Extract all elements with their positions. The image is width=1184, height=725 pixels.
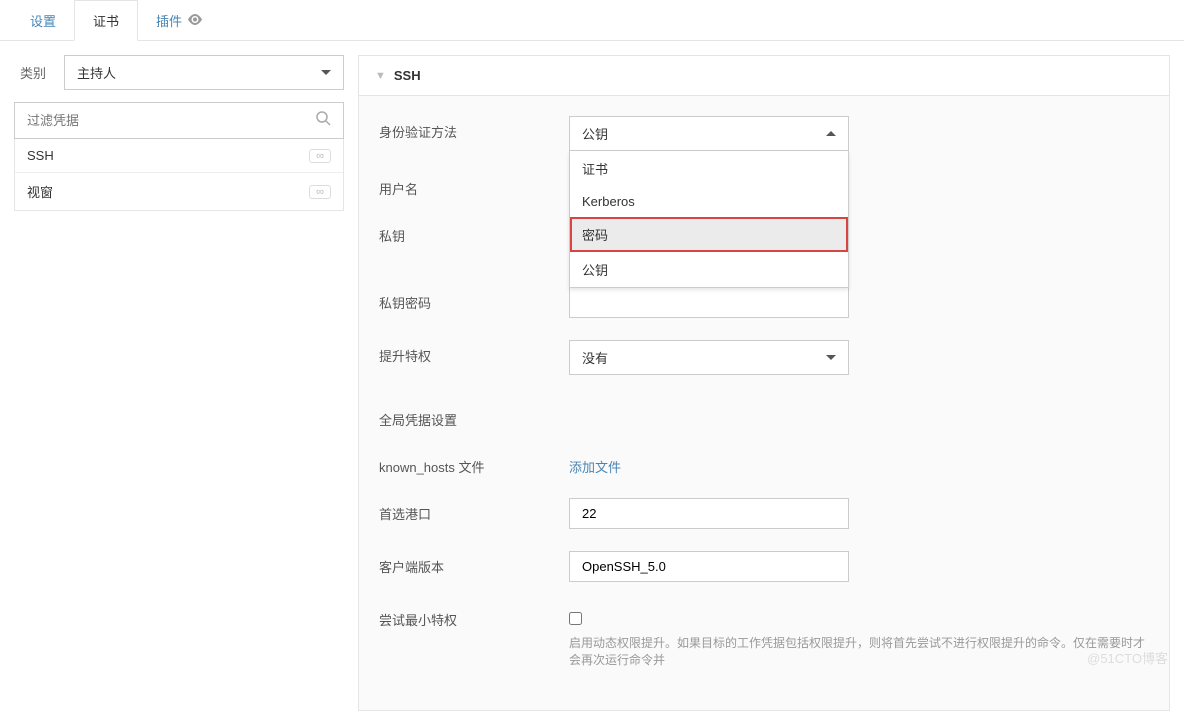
- list-item-label: 视窗: [27, 182, 53, 201]
- row-client-version: 客户端版本: [379, 551, 1149, 582]
- private-key-label: 私钥: [379, 220, 569, 245]
- category-row: 类别 主持人: [14, 55, 344, 90]
- filter-box: [14, 102, 344, 139]
- infinity-badge: ∞: [309, 149, 331, 163]
- list-item-label: SSH: [27, 148, 54, 163]
- caret-down-icon: [826, 355, 836, 360]
- auth-method-value: 公钥: [582, 124, 608, 143]
- main-panel: ▼ SSH 身份验证方法 公钥 证书 Kerberos 密码 公钥: [358, 55, 1170, 711]
- category-dropdown[interactable]: 主持人: [64, 55, 344, 90]
- known-hosts-control: 添加文件: [569, 451, 849, 476]
- credential-list: SSH ∞ 视窗 ∞: [14, 139, 344, 211]
- category-label: 类别: [20, 63, 46, 82]
- elevate-select[interactable]: 没有: [569, 340, 849, 375]
- panel-title: SSH: [394, 68, 421, 83]
- caret-down-icon: [321, 70, 331, 75]
- option-kerberos[interactable]: Kerberos: [570, 186, 848, 217]
- auth-method-control: 公钥 证书 Kerberos 密码 公钥: [569, 116, 849, 151]
- panel-header[interactable]: ▼ SSH: [359, 56, 1169, 96]
- filter-input[interactable]: [27, 113, 316, 128]
- list-item-ssh[interactable]: SSH ∞: [15, 139, 343, 173]
- global-section-label: 全局凭据设置: [379, 410, 1149, 429]
- client-version-input[interactable]: [569, 551, 849, 582]
- tab-certificates[interactable]: 证书: [74, 0, 138, 41]
- tab-bar: 设置 证书 插件: [0, 0, 1184, 41]
- option-publickey[interactable]: 公钥: [570, 252, 848, 287]
- least-priv-control: 启用动态权限提升。如果目标的工作凭据包括权限提升，则将首先尝试不进行权限提升的命…: [569, 604, 1149, 668]
- private-key-password-control: [569, 287, 849, 318]
- row-known-hosts: known_hosts 文件 添加文件: [379, 451, 1149, 476]
- client-version-label: 客户端版本: [379, 551, 569, 576]
- option-password[interactable]: 密码: [570, 217, 848, 252]
- least-priv-label: 尝试最小特权: [379, 604, 569, 629]
- search-icon[interactable]: [316, 111, 331, 130]
- auth-method-menu: 证书 Kerberos 密码 公钥: [569, 151, 849, 288]
- client-version-control: [569, 551, 849, 582]
- collapse-caret-icon: ▼: [375, 70, 386, 82]
- private-key-password-label: 私钥密码: [379, 287, 569, 312]
- row-least-priv: 尝试最小特权 启用动态权限提升。如果目标的工作凭据包括权限提升，则将首先尝试不进…: [379, 604, 1149, 668]
- tab-plugins[interactable]: 插件: [138, 0, 221, 40]
- private-key-password-input[interactable]: [569, 287, 849, 318]
- main-container: 类别 主持人 SSH ∞ 视窗 ∞: [0, 41, 1184, 725]
- port-label: 首选港口: [379, 498, 569, 523]
- caret-up-icon: [826, 131, 836, 136]
- least-priv-help: 启用动态权限提升。如果目标的工作凭据包括权限提升，则将首先尝试不进行权限提升的命…: [569, 634, 1149, 668]
- elevate-label: 提升特权: [379, 340, 569, 365]
- row-elevate: 提升特权 没有: [379, 340, 1149, 375]
- tab-plugins-label: 插件: [156, 11, 182, 30]
- least-priv-checkbox[interactable]: [569, 612, 582, 625]
- port-input[interactable]: [569, 498, 849, 529]
- add-file-link[interactable]: 添加文件: [569, 451, 621, 476]
- category-selected: 主持人: [77, 63, 116, 82]
- row-port: 首选港口: [379, 498, 1149, 529]
- elevate-value: 没有: [582, 348, 608, 367]
- watermark: @51CTO博客: [1087, 648, 1168, 667]
- row-auth-method: 身份验证方法 公钥 证书 Kerberos 密码 公钥: [379, 116, 1149, 151]
- row-private-key-password: 私钥密码: [379, 287, 1149, 318]
- username-label: 用户名: [379, 173, 569, 198]
- panel-body: 身份验证方法 公钥 证书 Kerberos 密码 公钥 用户名: [359, 96, 1169, 710]
- tab-settings[interactable]: 设置: [12, 0, 74, 40]
- port-control: [569, 498, 849, 529]
- sidebar: 类别 主持人 SSH ∞ 视窗 ∞: [14, 55, 344, 711]
- list-item-windows[interactable]: 视窗 ∞: [15, 173, 343, 210]
- option-certificate[interactable]: 证书: [570, 151, 848, 186]
- infinity-badge: ∞: [309, 185, 331, 199]
- auth-method-select[interactable]: 公钥: [569, 116, 849, 151]
- known-hosts-label: known_hosts 文件: [379, 451, 569, 476]
- eye-icon: [187, 13, 203, 28]
- elevate-control: 没有: [569, 340, 849, 375]
- auth-method-label: 身份验证方法: [379, 116, 569, 141]
